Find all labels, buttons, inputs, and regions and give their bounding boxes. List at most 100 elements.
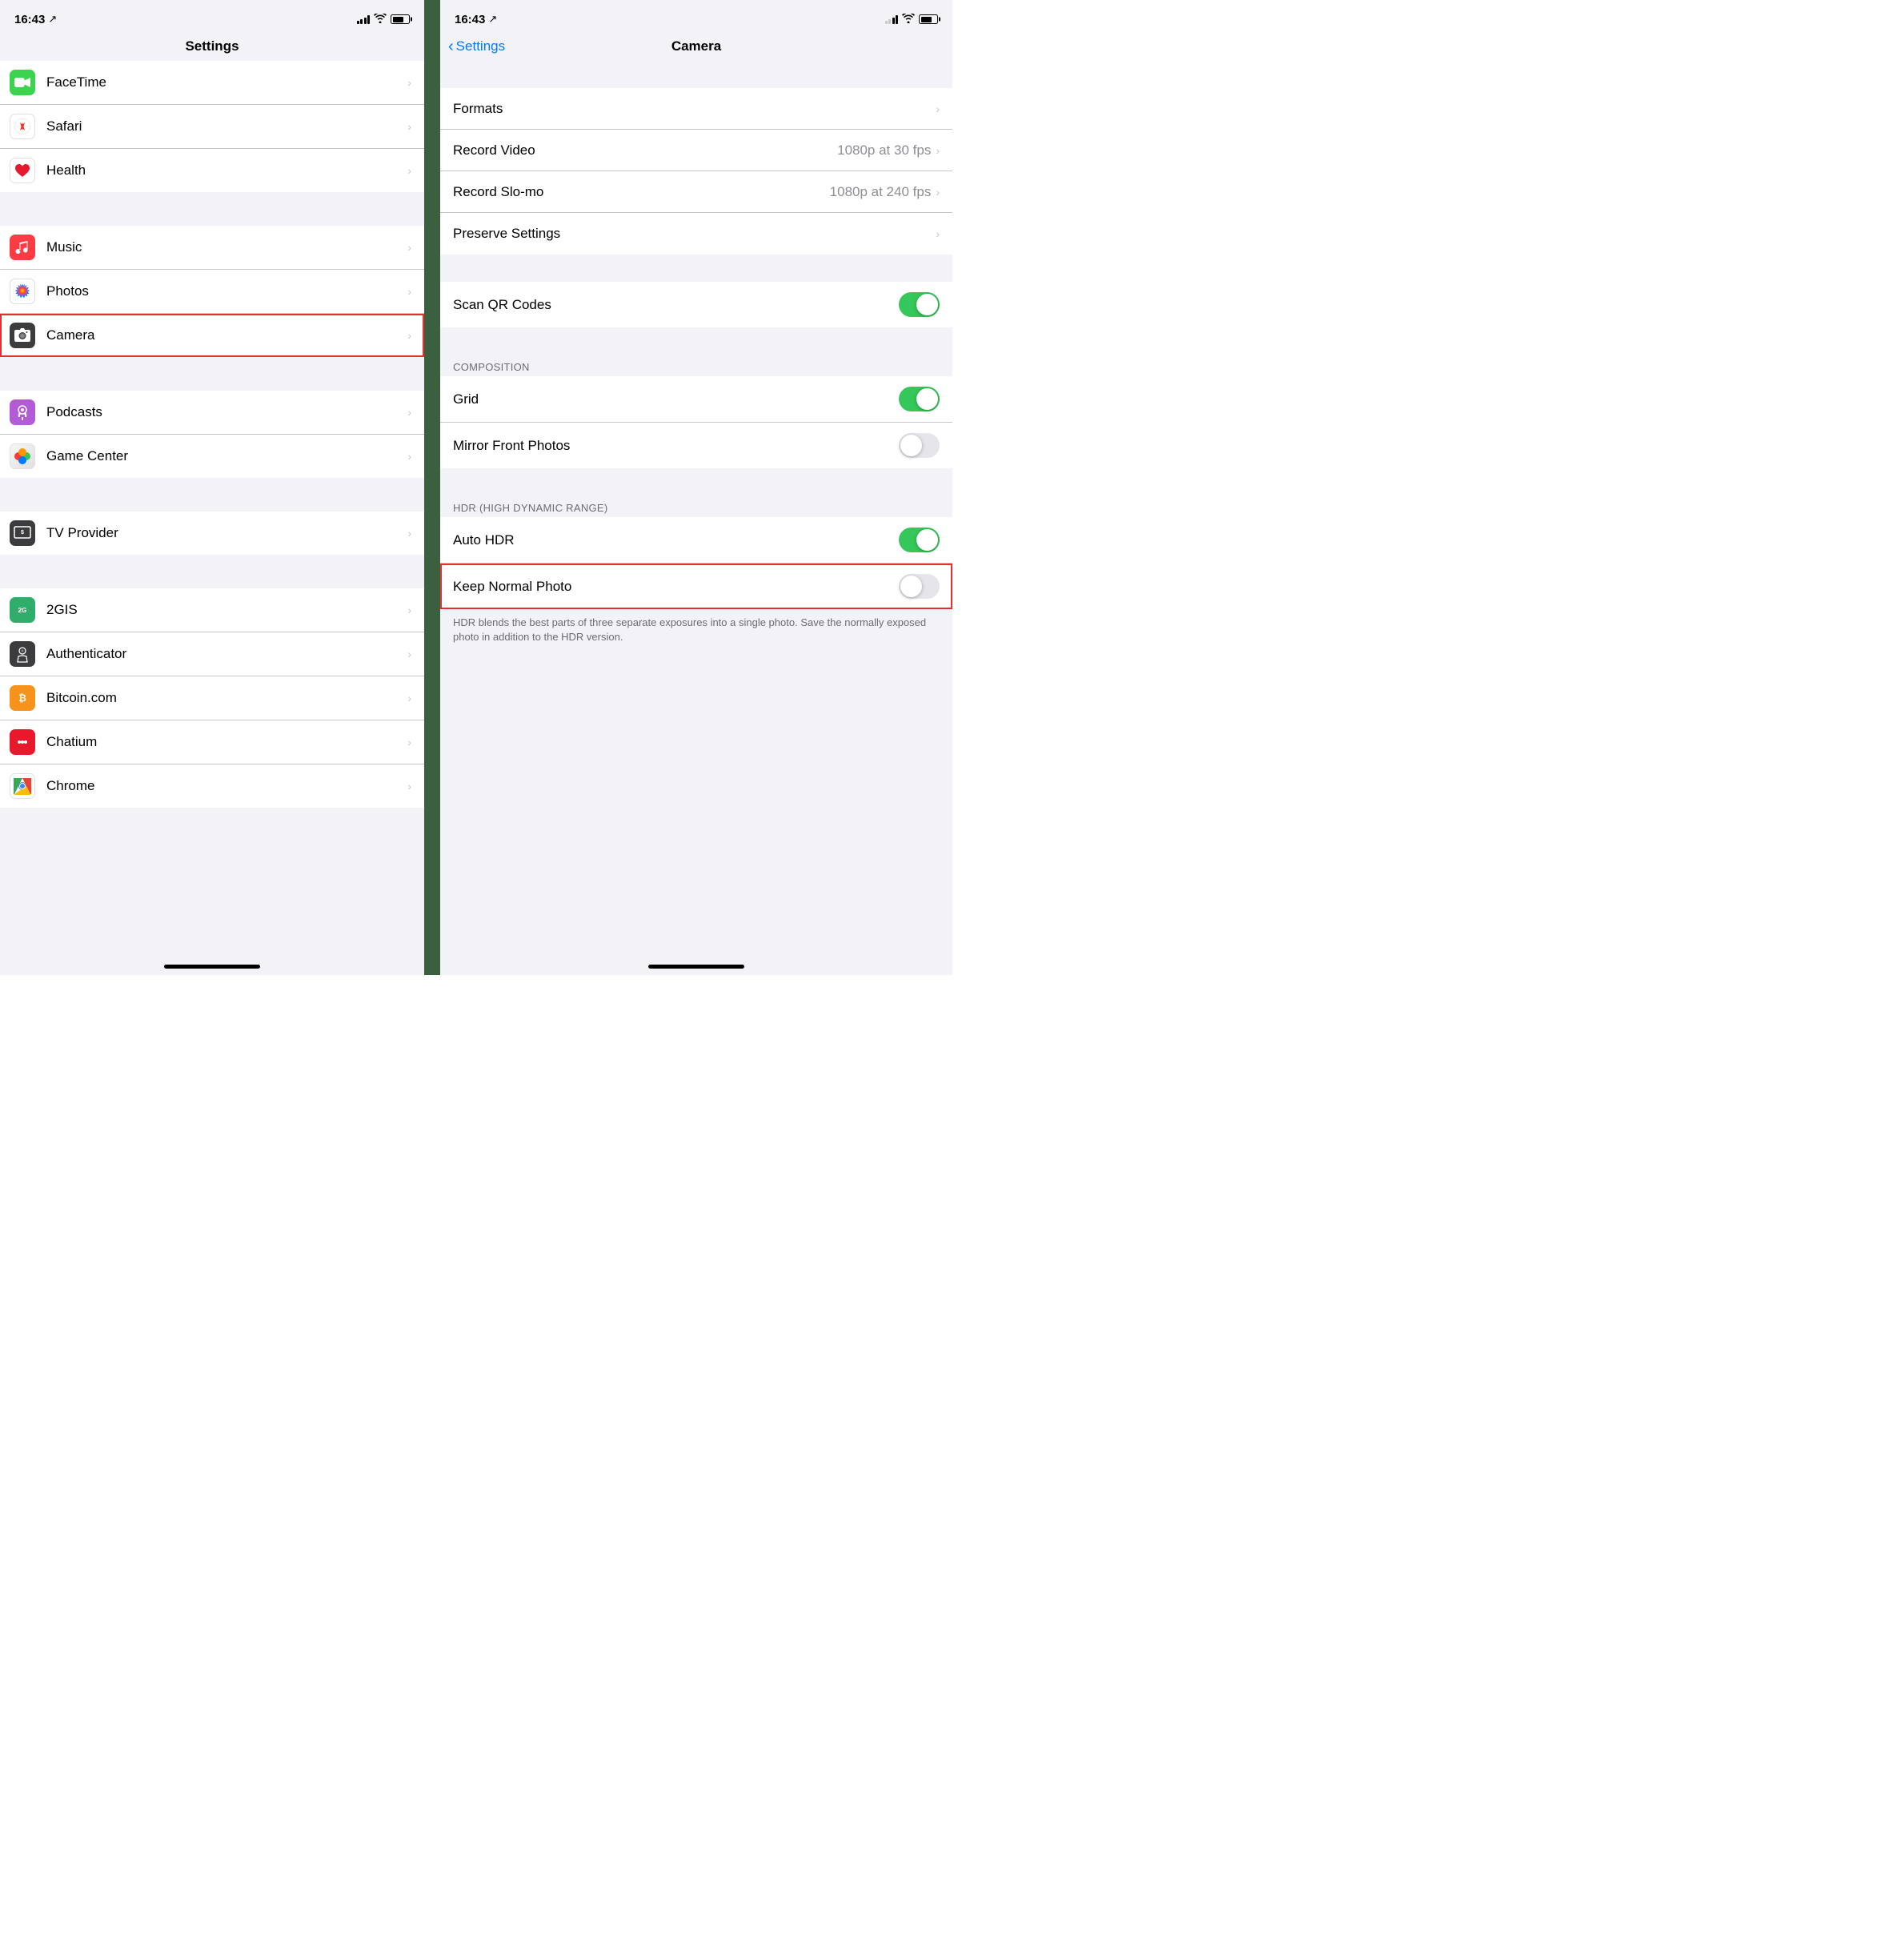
list-item[interactable]: FaceTime › — [0, 61, 424, 105]
panel-divider — [424, 0, 440, 975]
facetime-label: FaceTime — [46, 74, 407, 90]
safari-icon — [10, 114, 35, 139]
list-item[interactable]: ₿ Bitcoin.com › — [0, 676, 424, 720]
left-title: Settings — [185, 38, 239, 54]
composition-section-header: COMPOSITION — [440, 355, 952, 376]
settings-group-2: Music › — [0, 226, 424, 357]
right-title: Camera — [671, 38, 721, 54]
photos-label: Photos — [46, 283, 407, 299]
gamecenter-label: Game Center — [46, 448, 407, 464]
right-battery-icon — [919, 14, 938, 24]
keep-normal-photo-item[interactable]: Keep Normal Photo — [440, 564, 952, 609]
tvprovider-chevron: › — [407, 527, 411, 540]
record-slomo-item[interactable]: Record Slo-mo 1080p at 240 fps › — [440, 171, 952, 213]
keep-normal-photo-toggle[interactable] — [899, 574, 940, 599]
bitcoin-icon: ₿ — [10, 685, 35, 711]
auto-hdr-item[interactable]: Auto HDR — [440, 517, 952, 564]
podcasts-icon — [10, 399, 35, 425]
formats-chevron: › — [936, 102, 940, 115]
right-nav-header: ‹ Settings Camera — [440, 35, 952, 61]
record-video-label: Record Video — [453, 142, 837, 158]
health-chevron: › — [407, 164, 411, 177]
top-gap — [440, 61, 952, 88]
auto-hdr-toggle[interactable] — [899, 528, 940, 552]
list-item[interactable]: Health › — [0, 149, 424, 192]
preserve-settings-item[interactable]: Preserve Settings › — [440, 213, 952, 255]
left-panel: 16:43 ↗ Settings FaceTime — [0, 0, 424, 975]
settings-group-4: $ TV Provider › — [0, 512, 424, 555]
music-icon — [10, 235, 35, 260]
back-button[interactable]: ‹ Settings — [448, 38, 505, 56]
list-item[interactable]: Game Center › — [0, 435, 424, 478]
left-time: 16:43 — [14, 13, 45, 26]
gap-2 — [440, 255, 952, 282]
formats-item[interactable]: Formats › — [440, 88, 952, 130]
auto-hdr-knob — [916, 529, 938, 551]
right-wifi-icon — [902, 14, 915, 26]
right-time: 16:43 — [455, 13, 485, 26]
chatium-chevron: › — [407, 736, 411, 748]
chrome-label: Chrome — [46, 778, 407, 794]
record-slomo-label: Record Slo-mo — [453, 184, 830, 200]
chrome-icon — [10, 773, 35, 799]
camera-group-4: Auto HDR Keep Normal Photo — [440, 517, 952, 609]
right-status-icons — [885, 14, 939, 26]
back-label: Settings — [456, 38, 505, 54]
svg-text:2G: 2G — [18, 607, 27, 614]
mirror-front-knob — [900, 435, 922, 456]
gap-3 — [440, 327, 952, 355]
right-panel: 16:43 ↗ ‹ Settings Camera — [440, 0, 952, 975]
list-item[interactable]: Chatium › — [0, 720, 424, 764]
mirror-front-photos-item[interactable]: Mirror Front Photos — [440, 423, 952, 468]
2gis-icon: 2G — [10, 597, 35, 623]
camera-group-1: Formats › Record Video 1080p at 30 fps ›… — [440, 88, 952, 255]
record-video-item[interactable]: Record Video 1080p at 30 fps › — [440, 130, 952, 171]
chrome-chevron: › — [407, 780, 411, 792]
left-signal-icon — [357, 15, 371, 24]
left-battery-icon — [391, 14, 410, 24]
2gis-chevron: › — [407, 604, 411, 616]
right-location-icon: ↗ — [488, 13, 497, 26]
camera-settings-scroll[interactable]: Formats › Record Video 1080p at 30 fps ›… — [440, 61, 952, 965]
scan-qr-knob — [916, 294, 938, 315]
list-item[interactable]: Podcasts › — [0, 391, 424, 435]
scan-qr-item[interactable]: Scan QR Codes — [440, 282, 952, 327]
gamecenter-icon — [10, 443, 35, 469]
left-home-indicator — [0, 965, 424, 975]
grid-item[interactable]: Grid — [440, 376, 952, 423]
podcasts-label: Podcasts — [46, 404, 407, 420]
left-home-bar — [164, 965, 260, 969]
left-nav-header: Settings — [0, 35, 424, 61]
left-status-icons — [357, 14, 411, 26]
list-item[interactable]: Music › — [0, 226, 424, 270]
formats-label: Formats — [453, 101, 936, 117]
hdr-section-header: HDR (HIGH DYNAMIC RANGE) — [440, 496, 952, 517]
camera-icon — [10, 323, 35, 348]
list-item[interactable]: Photos › — [0, 270, 424, 314]
list-item[interactable]: $ TV Provider › — [0, 512, 424, 555]
bitcoin-label: Bitcoin.com — [46, 690, 407, 706]
camera-chevron: › — [407, 329, 411, 342]
camera-item[interactable]: Camera › — [0, 314, 424, 357]
preserve-settings-chevron: › — [936, 227, 940, 240]
record-video-value: 1080p at 30 fps — [837, 142, 931, 158]
list-item[interactable]: Authenticator › — [0, 632, 424, 676]
facetime-chevron: › — [407, 76, 411, 89]
photos-chevron: › — [407, 285, 411, 298]
back-chevron-icon: ‹ — [448, 38, 454, 56]
mirror-front-toggle[interactable] — [899, 433, 940, 458]
right-home-bar — [648, 965, 744, 969]
mirror-front-photos-label: Mirror Front Photos — [453, 438, 899, 454]
list-item[interactable]: Safari › — [0, 105, 424, 149]
grid-toggle[interactable] — [899, 387, 940, 411]
left-location-icon: ↗ — [48, 13, 57, 26]
settings-group-3: Podcasts › Game Center › — [0, 391, 424, 478]
list-item[interactable]: Chrome › — [0, 764, 424, 808]
health-icon — [10, 158, 35, 183]
list-item[interactable]: 2G 2GIS › — [0, 588, 424, 632]
auto-hdr-label: Auto HDR — [453, 532, 899, 548]
authenticator-label: Authenticator — [46, 646, 407, 662]
music-chevron: › — [407, 241, 411, 254]
scan-qr-toggle[interactable] — [899, 292, 940, 317]
facetime-icon — [10, 70, 35, 95]
